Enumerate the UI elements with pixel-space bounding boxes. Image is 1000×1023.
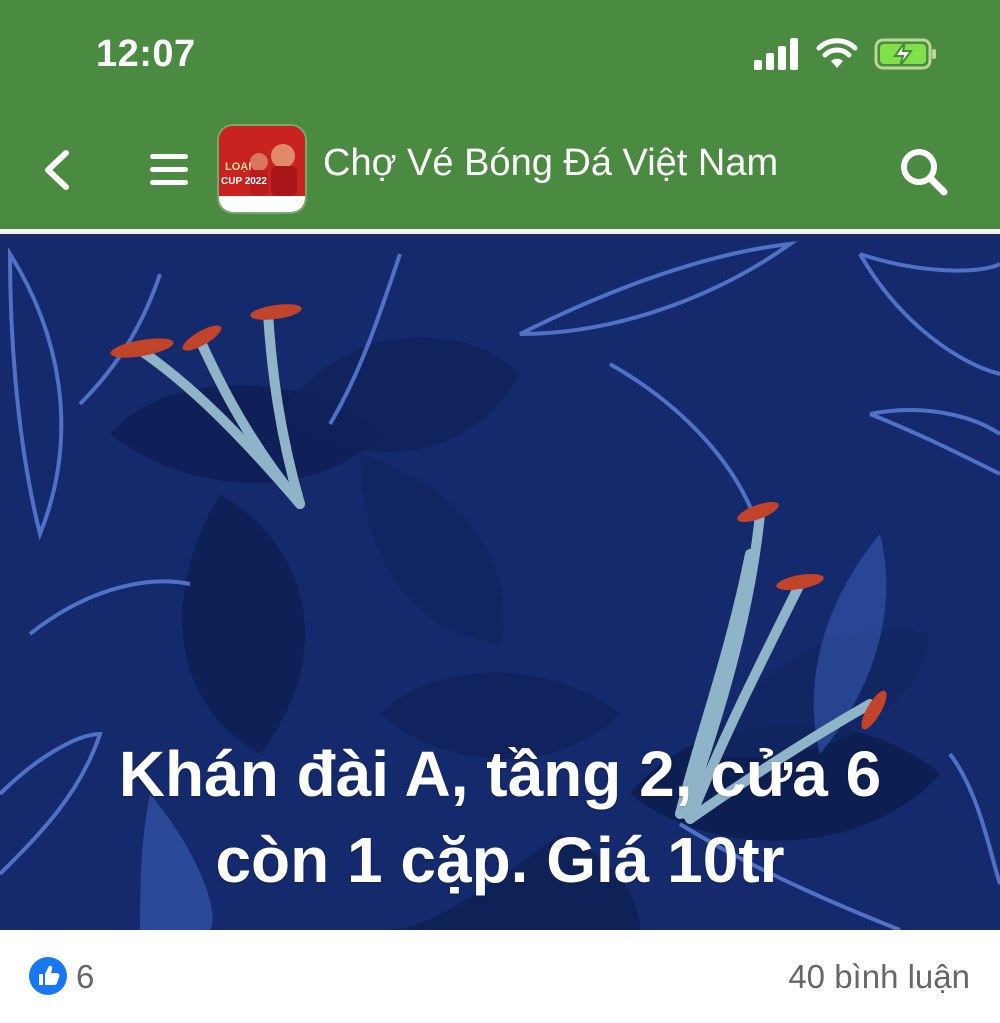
post-text: Khán đài A, tầng 2, cửa 6 còn 1 cặp. Giá… — [40, 731, 960, 903]
like-count[interactable]: 6 — [76, 958, 94, 996]
search-icon[interactable] — [898, 146, 950, 198]
group-title[interactable]: Chợ Vé Bóng Đá Việt Nam — [323, 142, 778, 185]
comment-count[interactable]: 40 bình luận — [788, 958, 970, 996]
battery-charging-icon — [874, 38, 936, 70]
group-avatar[interactable]: LOẠI CUP 2022 — [219, 126, 305, 212]
header-bar: 12:07 LOẠI CUP 2022 Chợ Vé Bóng Đá Việt … — [0, 0, 1000, 229]
avatar-text-2: CUP 2022 — [221, 176, 267, 187]
signal-icon — [754, 38, 798, 70]
like-icon[interactable] — [28, 956, 68, 996]
post-text-line-2: còn 1 cặp. Giá 10tr — [215, 824, 785, 896]
wifi-icon — [816, 38, 858, 68]
status-time: 12:07 — [96, 33, 196, 75]
avatar-text-1: LOẠI — [225, 161, 251, 173]
back-button[interactable] — [38, 147, 78, 193]
post-text-line-1: Khán đài A, tầng 2, cửa 6 — [118, 738, 882, 810]
group-avatar-image: LOẠI CUP 2022 — [219, 126, 305, 212]
status-icons — [754, 38, 938, 70]
post-background[interactable]: Khán đài A, tầng 2, cửa 6 còn 1 cặp. Giá… — [0, 234, 1000, 930]
hamburger-menu-icon[interactable] — [148, 150, 190, 190]
screen: 12:07 LOẠI CUP 2022 Chợ Vé Bóng Đá Việt … — [0, 0, 1000, 1023]
